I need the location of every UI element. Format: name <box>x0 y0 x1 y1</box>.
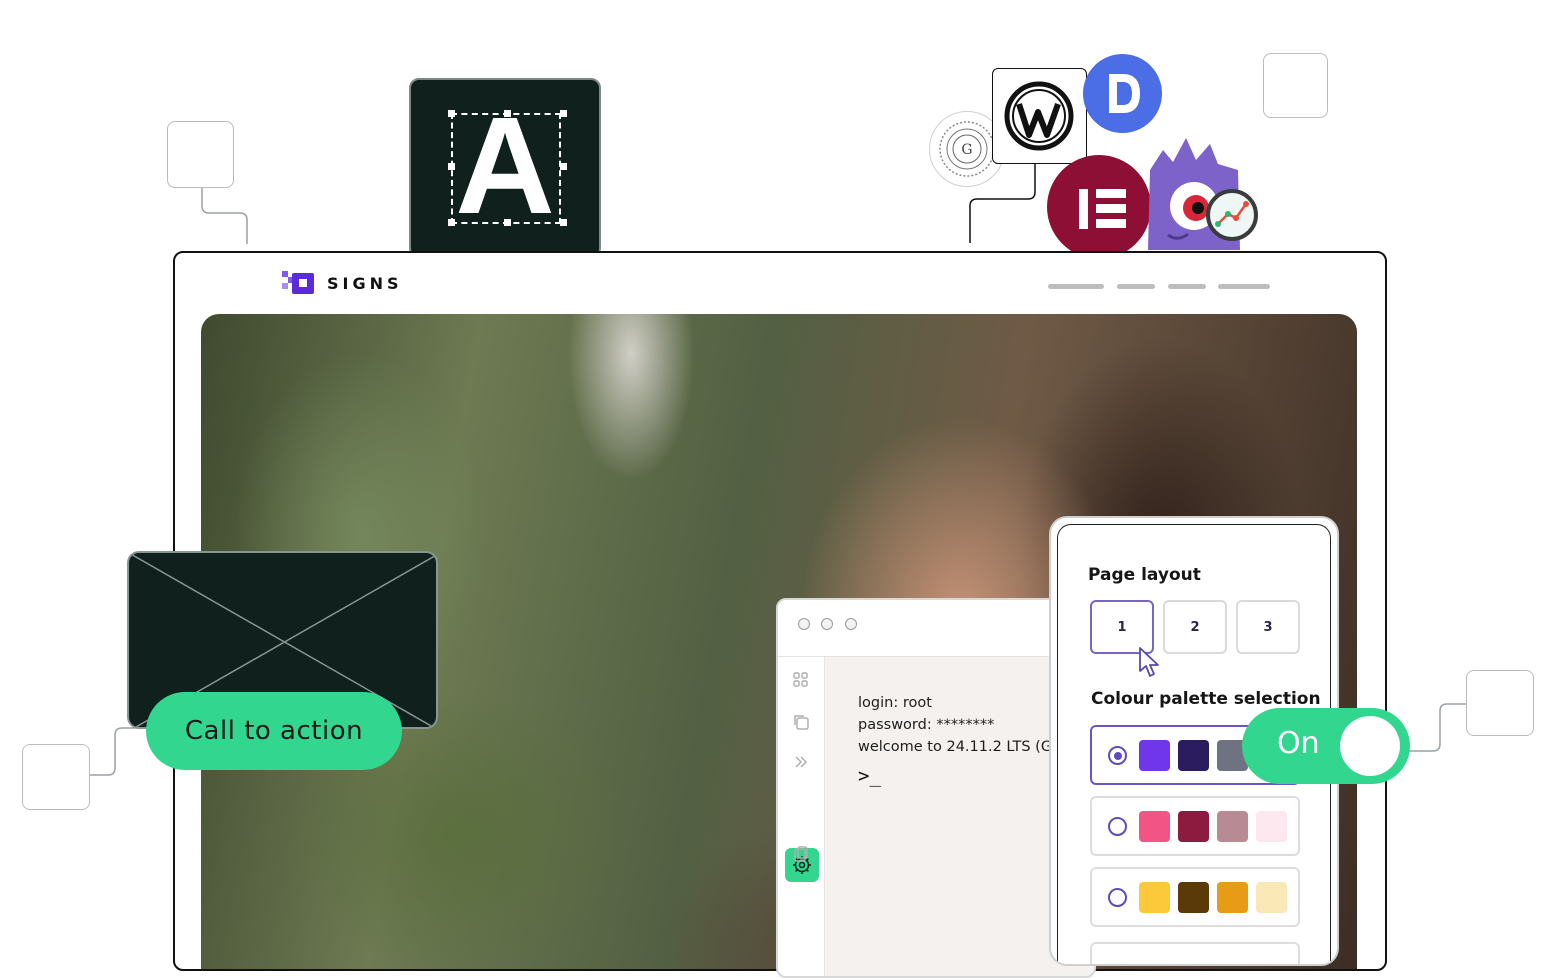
page-layout-title: Page layout <box>1088 565 1201 585</box>
nav-link[interactable] <box>1168 284 1206 289</box>
deco-box-bottom-left <box>22 744 90 810</box>
apps-icon[interactable] <box>791 671 811 691</box>
resize-handle[interactable] <box>560 110 567 117</box>
clipboard-icon[interactable] <box>791 845 811 865</box>
divi-logo-icon <box>1083 54 1162 133</box>
palette-option-2[interactable] <box>1090 796 1300 856</box>
terminal-prompt[interactable]: >_ <box>858 765 881 787</box>
palette-swatch <box>1217 811 1248 842</box>
gutenberg-letter: G <box>961 142 972 158</box>
copy-icon[interactable] <box>791 713 811 733</box>
monsterinsights-monster-icon <box>1128 130 1260 250</box>
mouse-cursor-icon <box>1139 647 1159 677</box>
window-control-minimize[interactable] <box>821 618 833 630</box>
palette-swatch <box>1178 811 1209 842</box>
resize-handle[interactable] <box>504 110 511 117</box>
brand-name: SIGNS <box>327 273 403 293</box>
toggle-knob[interactable] <box>1340 716 1400 776</box>
on-off-toggle[interactable]: On <box>1242 708 1410 784</box>
resize-handle[interactable] <box>448 219 455 226</box>
palette-swatch <box>1256 811 1287 842</box>
palette-option-4[interactable] <box>1090 942 1300 964</box>
terminal-window[interactable]: login: root password: ******** welcome t… <box>776 598 1096 978</box>
nav-link[interactable] <box>1117 284 1155 289</box>
colour-palette-title: Colour palette selection <box>1091 689 1321 709</box>
terminal-sidebar <box>778 657 825 976</box>
palette-radio[interactable] <box>1108 817 1127 836</box>
palette-swatch <box>1139 882 1170 913</box>
palette-swatch <box>1139 740 1170 771</box>
font-editor-card[interactable]: A <box>409 78 601 258</box>
resize-handle[interactable] <box>448 163 455 170</box>
call-to-action-button[interactable]: Call to action <box>146 692 402 770</box>
signs-logo-icon <box>282 271 314 294</box>
palette-swatch <box>1178 740 1209 771</box>
deco-box-top-right <box>1263 53 1328 118</box>
palette-option-3[interactable] <box>1090 867 1300 927</box>
palette-swatch <box>1256 882 1287 913</box>
wordpress-logo-icon <box>992 68 1087 164</box>
layout-option-3[interactable]: 3 <box>1236 600 1300 654</box>
window-control-maximize[interactable] <box>845 618 857 630</box>
layout-option-2[interactable]: 2 <box>1163 600 1227 654</box>
palette-radio[interactable] <box>1108 746 1127 765</box>
chevrons-right-icon[interactable] <box>791 753 811 773</box>
resize-handle[interactable] <box>560 219 567 226</box>
deco-box-top-left <box>167 121 234 188</box>
nav-link[interactable] <box>1218 284 1270 289</box>
deco-box-right <box>1466 670 1534 736</box>
resize-handle[interactable] <box>448 110 455 117</box>
palette-swatch <box>1217 882 1248 913</box>
selection-box[interactable] <box>448 110 567 226</box>
palette-swatch <box>1178 882 1209 913</box>
toggle-label: On <box>1277 726 1320 761</box>
palette-radio-dot <box>1113 751 1122 760</box>
resize-handle[interactable] <box>560 163 567 170</box>
window-control-close[interactable] <box>798 618 810 630</box>
nav-link[interactable] <box>1048 284 1104 289</box>
palette-swatch <box>1139 811 1170 842</box>
brand-logo[interactable]: SIGNS <box>282 271 403 295</box>
terminal-titlebar <box>778 600 1094 657</box>
palette-radio[interactable] <box>1108 888 1127 907</box>
resize-handle[interactable] <box>504 219 511 226</box>
